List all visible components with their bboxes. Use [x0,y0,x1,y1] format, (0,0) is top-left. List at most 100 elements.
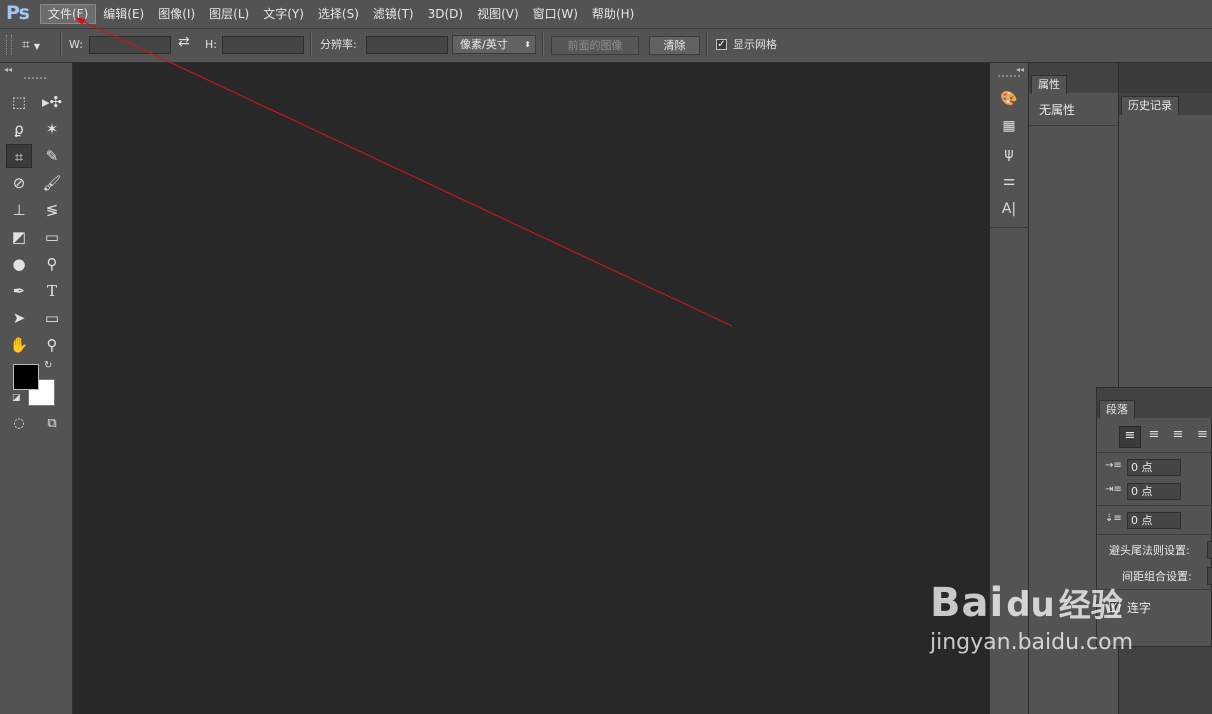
divider [990,227,1028,228]
tab-properties[interactable]: 属性 [1031,75,1067,94]
collapse-icon[interactable]: ◂◂ [1016,65,1024,74]
divider [310,33,312,57]
show-grid-label: 显示网格 [733,38,777,51]
menu-window[interactable]: 窗口(W) [526,4,585,24]
menu-layer[interactable]: 图层(L) [202,4,256,24]
swatches-grid-icon[interactable]: ▦ [998,115,1020,137]
select-arrows-icon: ⬍ [524,40,531,49]
tab-paragraph[interactable]: 段落 [1099,400,1135,419]
paw-icon: du [1006,585,1055,625]
width-label: W: [69,38,83,51]
default-colors-icon[interactable]: ◪ [12,393,21,403]
brush-icon[interactable]: 🖌 [39,171,65,195]
indent-left-icon: →≡ [1105,460,1122,471]
watermark-brand-cn: 经验 [1058,586,1123,624]
kinsoku-label: 避头尾法则设置: [1109,544,1190,557]
justify-icon[interactable]: ≡ [1197,426,1212,446]
dock-grip[interactable] [998,75,1020,77]
history-list[interactable] [1119,115,1212,395]
menu-help[interactable]: 帮助(H) [585,4,641,24]
history-brush-icon[interactable]: ≶ [39,198,65,222]
divider [542,33,544,57]
move-icon[interactable]: ▸✣ [39,90,65,114]
menu-file[interactable]: 文件(F) [40,4,97,24]
collapse-icon[interactable]: ◂◂ [4,65,12,74]
height-label: H: [205,38,217,51]
divider [1097,534,1212,535]
zoom-icon[interactable]: ⚲ [39,333,65,357]
rectangular-marquee-icon[interactable]: ⬚ [6,90,32,114]
menu-edit[interactable]: 编辑(E) [96,4,151,24]
no-properties-text: 无属性 [1039,103,1076,117]
lasso-icon[interactable]: ϼ [6,117,32,141]
gradient-icon[interactable]: ▭ [39,225,65,249]
photoshop-logo: Ps [6,2,30,24]
character-icon[interactable]: A| [998,198,1020,220]
canvas-area[interactable] [73,63,988,714]
clone-stamp-icon[interactable]: ⊥ [6,198,32,222]
clear-button[interactable]: 清除 [649,36,700,55]
divider [60,33,62,57]
screen-mode-icon[interactable]: ⧉ [39,412,65,436]
healing-brush-icon[interactable]: ⊘ [6,171,32,195]
dodge-icon[interactable]: ⚲ [39,252,65,276]
blur-icon[interactable]: ● [6,252,32,276]
menu-view[interactable]: 视图(V) [470,4,526,24]
indent-left-field[interactable]: 0 点 [1127,459,1181,476]
front-image-button[interactable]: 前面的图像 [551,36,639,55]
align-center-icon[interactable]: ≡ [1144,426,1164,446]
show-grid-checkbox[interactable]: ✓ [716,39,727,50]
adjustments-icon[interactable]: ⚌ [998,170,1020,192]
swap-colors-icon[interactable]: ↻ [44,360,52,371]
space-after-field[interactable]: 0 点 [1127,512,1181,529]
baidu-watermark: Baidu 经验 jingyan.baidu.com [930,580,1133,655]
color-palette-icon[interactable]: 🎨 [998,88,1020,110]
width-field[interactable] [89,36,171,54]
kinsoku-select[interactable] [1207,541,1212,559]
menu-items: 文件(F) 编辑(E) 图像(I) 图层(L) 文字(Y) 选择(S) 滤镜(T… [40,4,641,24]
quick-mask-icon[interactable]: ◌ [6,412,32,436]
toolbox-grip[interactable] [24,77,46,79]
divider [1029,125,1118,126]
watermark-url: jingyan.baidu.com [930,630,1134,655]
panel-header [1119,63,1212,93]
divider [1097,505,1212,506]
resolution-label: 分辨率: [320,38,357,51]
brushes-icon[interactable]: ψ [998,143,1020,165]
menu-select[interactable]: 选择(S) [311,4,366,24]
align-right-icon[interactable]: ≡ [1168,426,1188,446]
menu-type[interactable]: 文字(Y) [256,4,311,24]
path-selection-icon[interactable]: ➤ [6,306,32,330]
menu-3d[interactable]: 3D(D) [421,4,470,24]
align-left-icon[interactable]: ≡ [1119,426,1141,448]
magic-wand-icon[interactable]: ✶ [39,117,65,141]
menu-bar: Ps 文件(F) 编辑(E) 图像(I) 图层(L) 文字(Y) 选择(S) 滤… [0,0,1212,29]
swap-arrows-icon[interactable]: ⇄ [178,34,190,50]
unit-select[interactable]: 像素/英寸 ⬍ [452,35,536,54]
mojikumi-select[interactable] [1207,567,1212,585]
rectangle-shape-icon[interactable]: ▭ [39,306,65,330]
eraser-icon[interactable]: ◩ [6,225,32,249]
tool-preset-picker[interactable]: ⌗ ▼ [22,34,56,56]
toolbox: ◂◂ ⬚ ▸✣ ϼ ✶ ⌗ ✎ ⊘ 🖌 ⊥ ≶ ◩ ▭ ● ⚲ ✒ T ➤ ▭ … [0,63,73,714]
indent-first-line-icon: ⇥≡ [1105,484,1122,495]
height-field[interactable] [222,36,304,54]
divider [1097,452,1212,453]
menu-filter[interactable]: 滤镜(T) [366,4,421,24]
menu-image[interactable]: 图像(I) [151,4,202,24]
options-grip[interactable] [6,35,12,55]
indent-first-line-field[interactable]: 0 点 [1127,483,1181,500]
options-bar: ⌗ ▼ W: ⇄ H: 分辨率: 像素/英寸 ⬍ 前面的图像 清除 ✓ 显示网格 [0,29,1212,63]
eyedropper-icon[interactable]: ✎ [39,144,65,168]
type-icon[interactable]: T [39,279,65,303]
crop-icon[interactable]: ⌗ [6,144,32,168]
hand-icon[interactable]: ✋ [6,333,32,357]
space-after-icon: ⇣≡ [1105,513,1122,524]
unit-select-value: 像素/英寸 [460,38,508,51]
divider [706,33,708,57]
watermark-brand: Bai [930,580,1005,626]
pen-icon[interactable]: ✒ [6,279,32,303]
tab-history[interactable]: 历史记录 [1121,96,1179,115]
foreground-color-swatch[interactable] [13,364,39,390]
resolution-field[interactable] [366,36,448,54]
